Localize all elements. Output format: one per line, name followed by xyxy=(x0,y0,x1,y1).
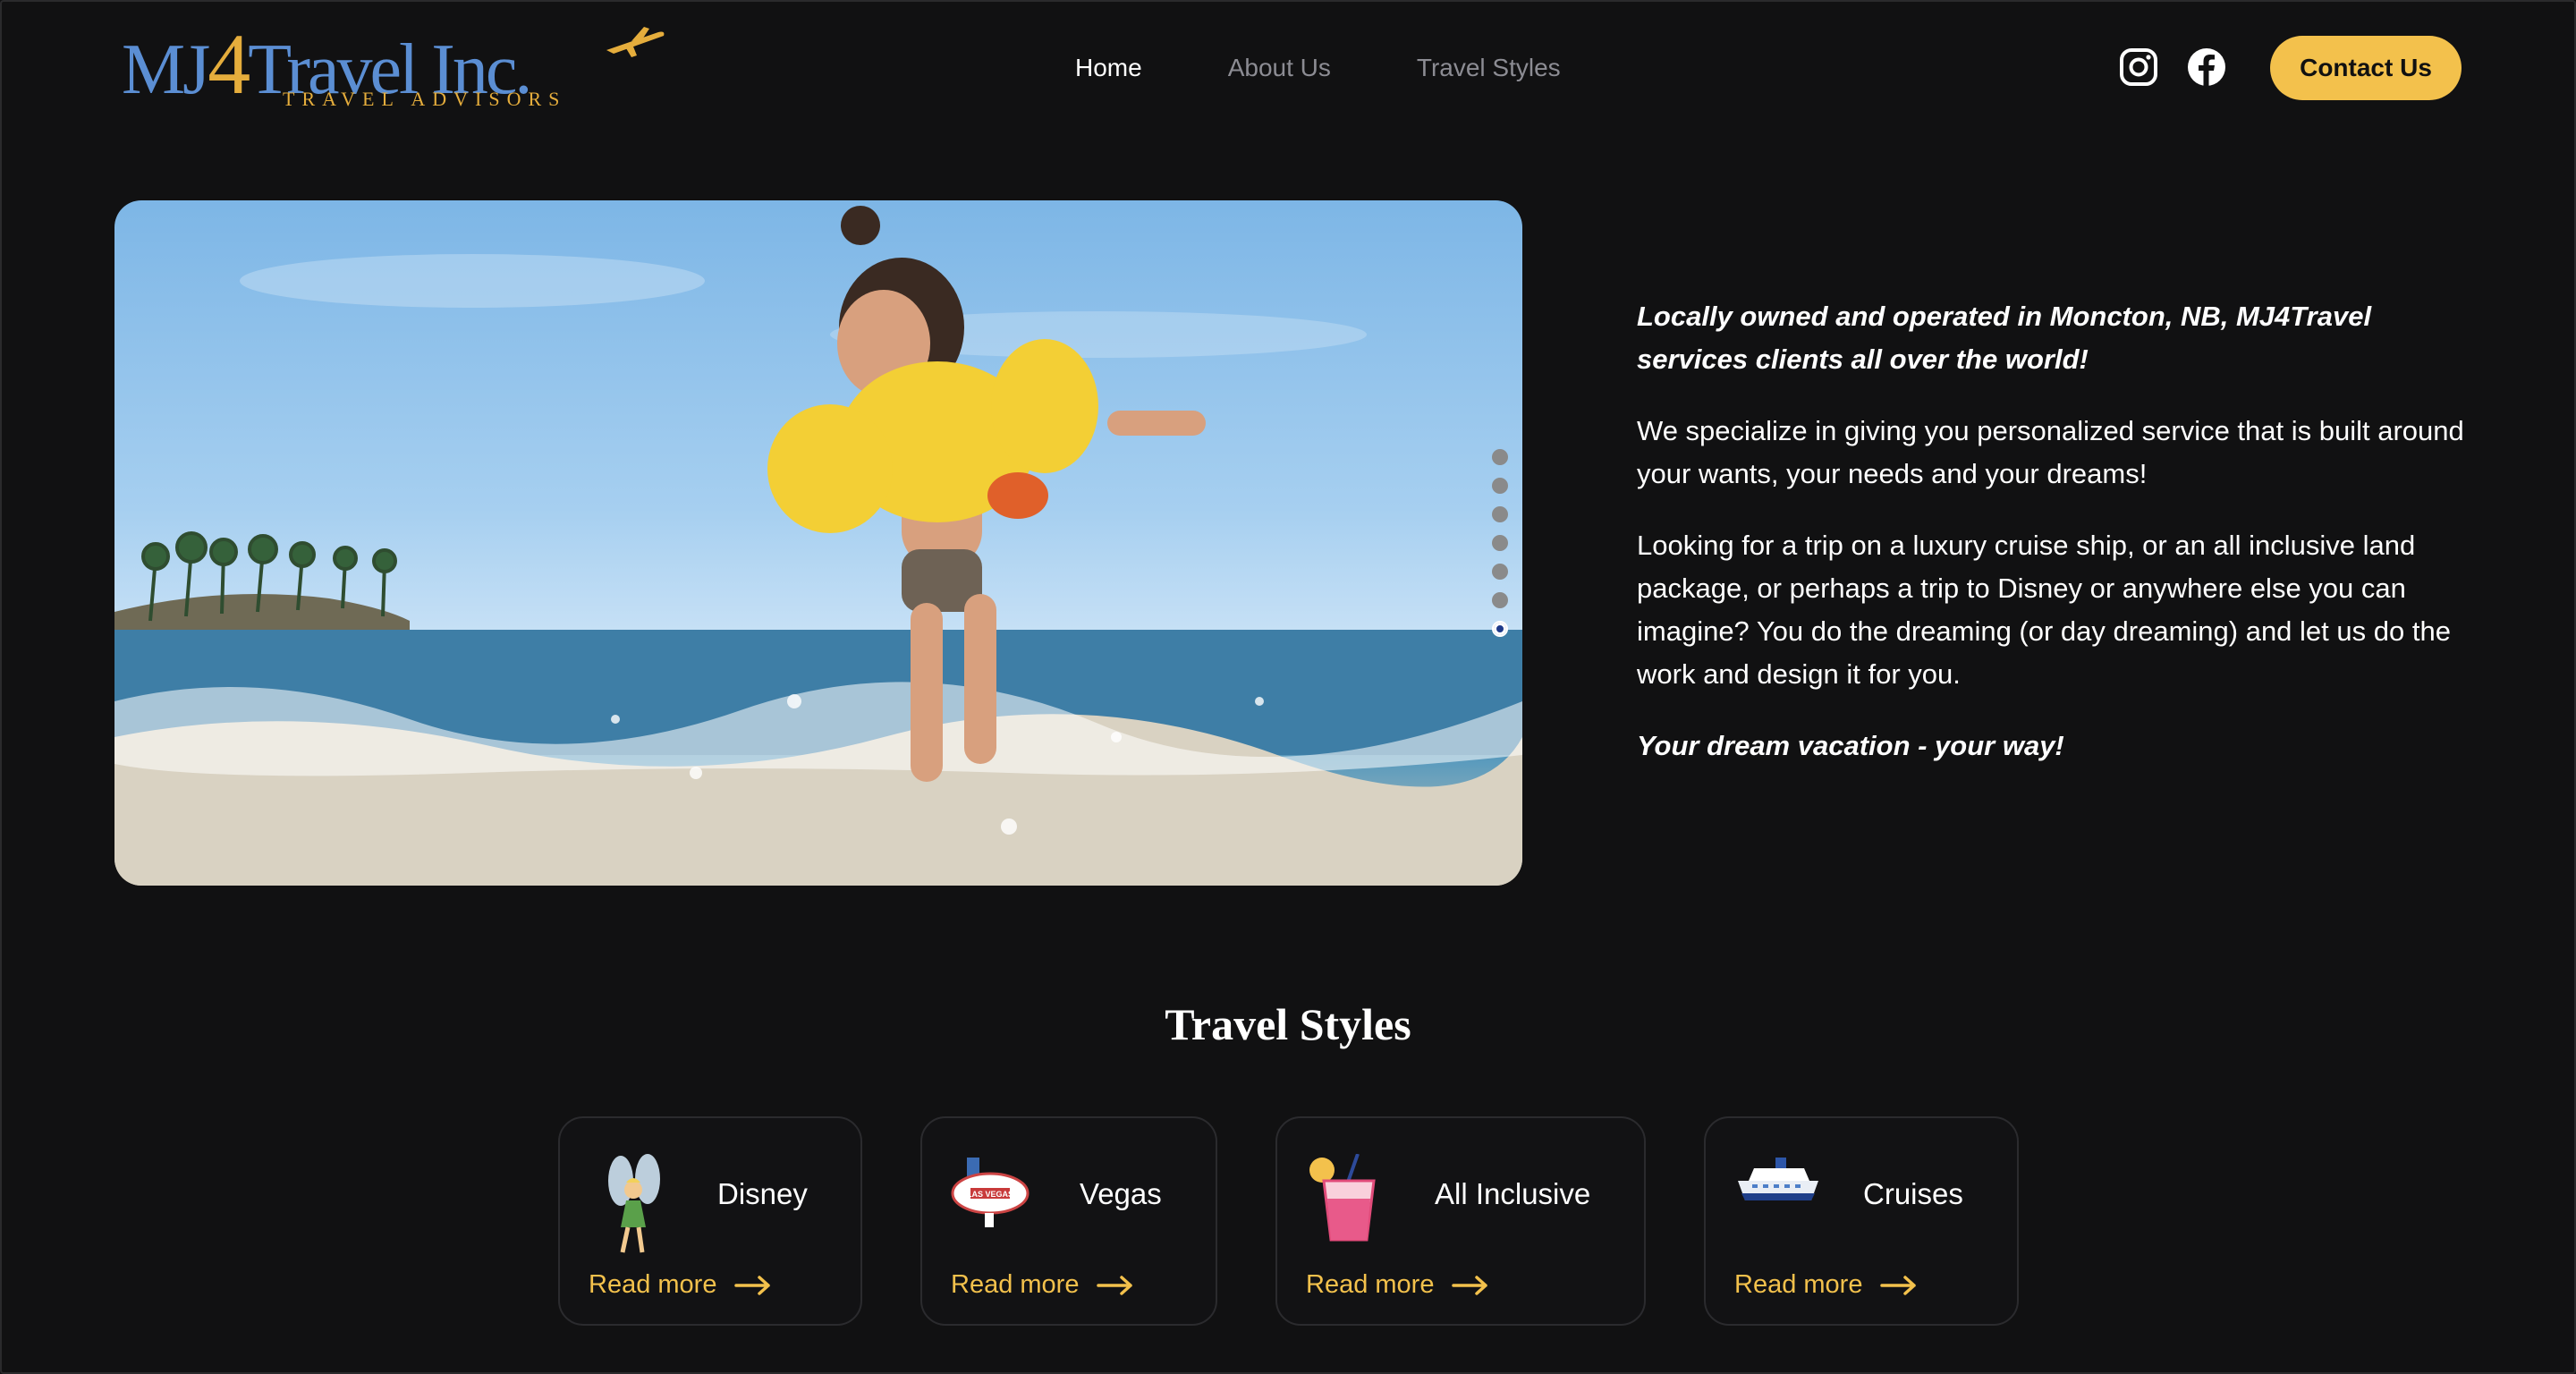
carousel-dot[interactable] xyxy=(1492,506,1508,522)
nav-travel-styles[interactable]: Travel Styles xyxy=(1417,50,1561,86)
carousel-dot-active[interactable] xyxy=(1492,621,1508,637)
main-nav: Home About Us Travel Styles xyxy=(1075,50,1561,86)
las-vegas-sign-icon: LAS VEGAS xyxy=(951,1158,1030,1227)
carousel-dot[interactable] xyxy=(1492,478,1508,494)
intro-lead: Locally owned and operated in Moncton, N… xyxy=(1637,301,2372,375)
hero-image xyxy=(114,206,1522,886)
instagram-icon[interactable] xyxy=(2118,47,2159,88)
travel-style-card-disney[interactable]: Disney Read more xyxy=(558,1116,862,1326)
intro-paragraph-1: We specialize in giving you personalized… xyxy=(1637,415,2464,489)
card-label: Vegas xyxy=(1080,1177,1162,1210)
brand-logo[interactable]: MJ4Travel Inc. TRAVEL ADVISORS xyxy=(122,20,665,118)
travel-style-card-all-inclusive[interactable]: All Inclusive Read more xyxy=(1275,1116,1646,1326)
nav-home[interactable]: Home xyxy=(1075,50,1142,86)
travel-styles-heading: Travel Styles xyxy=(1165,999,1411,1049)
read-more-link[interactable]: Read more xyxy=(589,1270,772,1300)
arrow-right-icon xyxy=(1097,1275,1133,1295)
arrow-right-icon xyxy=(1452,1275,1488,1295)
intro-closing: Your dream vacation - your way! xyxy=(1637,730,2064,761)
fairy-icon xyxy=(608,1154,660,1253)
airplane-icon xyxy=(606,27,665,57)
carousel-dot[interactable] xyxy=(1492,592,1508,608)
intro-text: Locally owned and operated in Moncton, N… xyxy=(1637,295,2469,796)
contact-us-button[interactable]: Contact Us xyxy=(2270,36,2462,100)
travel-style-card-vegas[interactable]: LAS VEGAS Vegas Read more xyxy=(920,1116,1217,1326)
carousel-indicators xyxy=(1492,449,1508,637)
read-more-link[interactable]: Read more xyxy=(951,1270,1134,1300)
intro-paragraph-2: Looking for a trip on a luxury cruise sh… xyxy=(1637,530,2451,690)
arrow-right-icon xyxy=(1880,1275,1917,1295)
nav-about-us[interactable]: About Us xyxy=(1228,50,1331,86)
social-links xyxy=(2118,47,2227,88)
cocktail-icon xyxy=(1309,1154,1376,1242)
hero-carousel[interactable] xyxy=(114,200,1522,886)
facebook-icon[interactable] xyxy=(2186,47,2227,88)
arrow-right-icon xyxy=(734,1275,771,1295)
card-label: Disney xyxy=(717,1177,808,1210)
read-more-link[interactable]: Read more xyxy=(1306,1270,1489,1300)
carousel-dot[interactable] xyxy=(1492,449,1508,465)
cruise-ship-icon xyxy=(1738,1158,1818,1200)
carousel-dot[interactable] xyxy=(1492,535,1508,551)
card-label: Cruises xyxy=(1863,1177,1963,1210)
card-label: All Inclusive xyxy=(1435,1177,1591,1210)
logo-tagline: TRAVEL ADVISORS xyxy=(283,88,567,110)
carousel-dot[interactable] xyxy=(1492,564,1508,580)
svg-text:LAS VEGAS: LAS VEGAS xyxy=(967,1190,1013,1199)
travel-style-card-cruises[interactable]: Cruises Read more xyxy=(1704,1116,2019,1326)
read-more-link[interactable]: Read more xyxy=(1734,1270,1918,1300)
